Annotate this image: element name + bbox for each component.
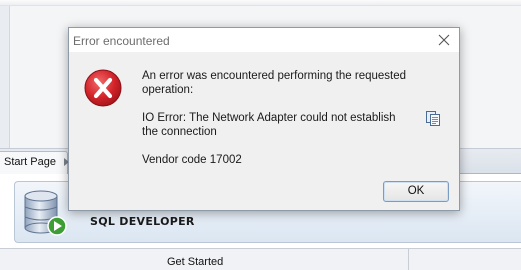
ok-button[interactable]: OK	[383, 181, 449, 202]
error-detail: IO Error: The Network Adapter could not …	[142, 112, 396, 138]
start-page-bottom-bar	[0, 248, 521, 270]
close-icon[interactable]	[435, 31, 453, 49]
copy-icon[interactable]	[425, 110, 441, 126]
error-message: An error was encountered performing the …	[142, 70, 407, 96]
app-toolbar-strip	[0, 0, 521, 6]
tab-start-page[interactable]: Start Page	[0, 151, 69, 174]
tab-start-page-label: Start Page	[4, 156, 56, 168]
dialog-titlebar[interactable]: Error encountered	[69, 28, 459, 52]
database-icon	[24, 190, 67, 236]
left-panel-edge	[0, 6, 10, 148]
dialog-title: Error encountered	[73, 34, 170, 48]
bottom-bar-divider	[408, 248, 409, 270]
get-started-label[interactable]: Get Started	[167, 256, 223, 268]
product-name: SQL DEVELOPER	[90, 215, 195, 228]
vendor-code: Vendor code 17002	[142, 154, 242, 166]
error-dialog: Error encountered An error was encounter…	[68, 27, 460, 211]
error-x-icon	[84, 69, 122, 107]
